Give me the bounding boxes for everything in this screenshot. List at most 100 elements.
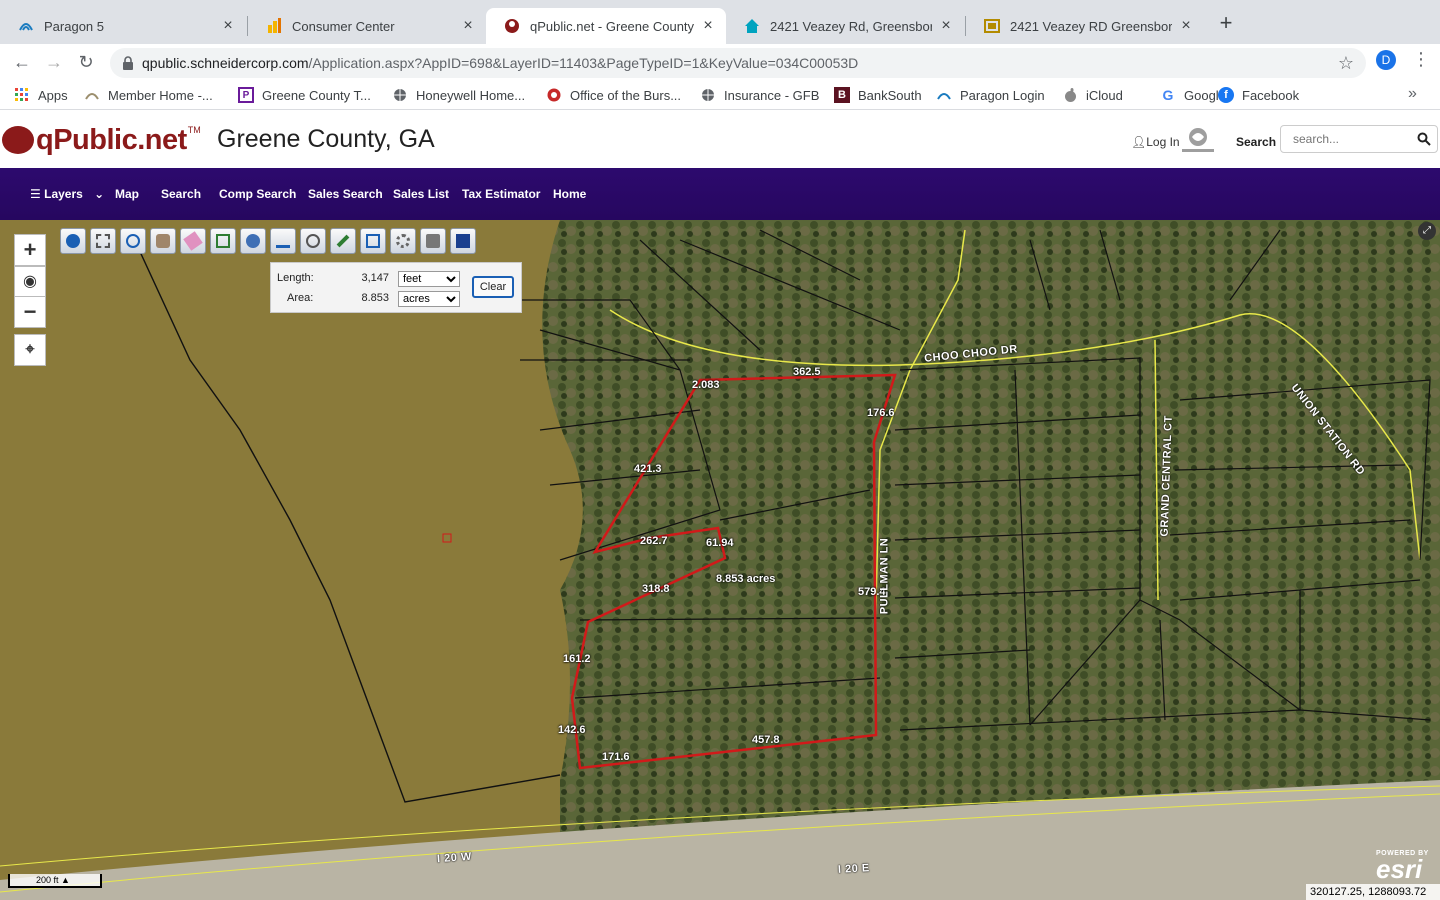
qpublic-logo[interactable]: qPublic.net TM <box>2 124 201 156</box>
bookmark-banksouth[interactable]: B BankSouth <box>834 86 922 104</box>
globe-extent-button[interactable]: ◉ <box>14 266 46 298</box>
nav-tax-estimator[interactable]: Tax Estimator <box>462 187 540 201</box>
select-icon <box>96 234 110 248</box>
scale-bar: 200 ft ▲ <box>8 874 102 888</box>
forward-arrow-icon[interactable]: → <box>42 50 66 74</box>
layers-icon <box>246 234 260 248</box>
bookmark-label: iCloud <box>1086 87 1123 103</box>
back-arrow-icon[interactable]: ← <box>10 50 34 74</box>
scale-label: 200 ft <box>36 875 59 885</box>
bookmark-icloud[interactable]: iCloud <box>1062 86 1123 104</box>
address-bar[interactable]: qpublic.schneidercorp.com/Application.as… <box>110 48 1366 78</box>
bookmark-honeywell[interactable]: Honeywell Home... <box>392 86 525 104</box>
select-tool[interactable] <box>90 228 116 254</box>
identify-tool[interactable] <box>60 228 86 254</box>
bookmark-member-home[interactable]: Member Home -... <box>84 86 213 104</box>
reload-icon[interactable]: ↻ <box>74 50 98 74</box>
eraser-icon <box>183 231 203 251</box>
site-search-input[interactable] <box>1281 126 1401 152</box>
close-icon[interactable]: × <box>220 18 236 34</box>
tab-house-listing[interactable]: 2421 Veazey Rd, Greensboro, G × <box>726 8 964 44</box>
nav-layers[interactable]: ☰ Layers ⌄ <box>30 187 104 201</box>
extent-tool[interactable] <box>360 228 386 254</box>
zoom-out-button[interactable]: − <box>14 296 46 328</box>
segment-label: 61.94 <box>706 537 734 549</box>
tab-veazey-listing[interactable]: 2421 Veazey RD Greensboro, G × <box>966 8 1204 44</box>
bookmark-apps[interactable]: Apps <box>14 86 68 104</box>
clear-button[interactable]: Clear <box>472 276 514 298</box>
layers-tool[interactable] <box>240 228 266 254</box>
bookmark-label: Insurance - GFB <box>724 87 820 103</box>
listing-icon <box>984 18 1000 34</box>
tab-title: qPublic.net - Greene County, G <box>530 18 694 34</box>
nav-sales-search[interactable]: Sales Search <box>308 187 383 201</box>
segment-label: 421.3 <box>634 463 662 475</box>
close-icon[interactable]: × <box>1178 18 1194 34</box>
close-icon[interactable]: × <box>700 18 716 34</box>
save-icon <box>456 234 470 248</box>
nav-sales-list[interactable]: Sales List <box>393 187 449 201</box>
nav-home[interactable]: Home <box>553 187 586 201</box>
area-value: 8.853 <box>361 292 389 304</box>
nav-comp-search[interactable]: Comp Search <box>219 187 296 201</box>
esri-wordmark: esri <box>1376 854 1423 884</box>
close-icon[interactable]: × <box>938 18 954 34</box>
erase-tool[interactable] <box>180 228 206 254</box>
bookmark-bursar[interactable]: Office of the Burs... <box>546 86 681 104</box>
new-tab-button[interactable]: + <box>1214 12 1238 36</box>
tab-paragon[interactable]: Paragon 5 × <box>0 8 246 44</box>
area-unit-select[interactable]: acres <box>398 291 460 307</box>
draw-tool[interactable] <box>330 228 356 254</box>
nav-search[interactable]: Search <box>161 187 201 201</box>
measure-tool[interactable] <box>270 228 296 254</box>
menu-kebab-icon[interactable]: ⋮ <box>1412 50 1430 70</box>
locate-button[interactable]: ⌖ <box>14 334 46 366</box>
zoom-in-button[interactable]: + <box>14 234 46 266</box>
bookmark-facebook[interactable]: f Facebook <box>1218 86 1299 104</box>
buffer-tool[interactable] <box>210 228 236 254</box>
tab-title: Paragon 5 <box>44 18 104 34</box>
print-tool[interactable] <box>420 228 446 254</box>
url-host: qpublic.schneidercorp.com <box>142 55 309 71</box>
bookmarks-overflow-icon[interactable]: » <box>1408 85 1417 103</box>
bookmark-insurance-gfb[interactable]: Insurance - GFB <box>700 86 819 104</box>
settings-tool[interactable] <box>390 228 416 254</box>
nav-map[interactable]: Map <box>115 187 139 201</box>
layers-icon: ☰ <box>30 187 41 201</box>
expand-icon[interactable]: ⤢ <box>1418 222 1436 240</box>
tab-qpublic[interactable]: qPublic.net - Greene County, G × <box>486 8 726 44</box>
grid-icon <box>216 234 230 248</box>
bookmark-paragon-login[interactable]: Paragon Login <box>936 86 1045 104</box>
segment-label: 171.6 <box>602 751 630 763</box>
road-label: I 20 E <box>837 862 871 876</box>
qpublic-logo-icon <box>2 126 34 154</box>
lake-area <box>0 220 583 900</box>
bookmark-star-icon[interactable]: ☆ <box>1338 53 1354 73</box>
bookmark-label: Apps <box>38 87 68 103</box>
login-link[interactable]: 👤︎Log In <box>1131 135 1180 149</box>
search-icon[interactable] <box>1417 132 1431 146</box>
coordinate-readout: 320127.25, 1288093.72 <box>1306 884 1440 900</box>
close-icon[interactable]: × <box>460 18 476 34</box>
save-tool[interactable] <box>450 228 476 254</box>
map-toolbar <box>60 228 480 258</box>
magnify-icon <box>306 234 320 248</box>
zoom-tool[interactable] <box>120 228 146 254</box>
profile-avatar[interactable]: D <box>1376 50 1396 70</box>
map-imagery <box>0 220 1440 900</box>
facebook-icon: f <box>1218 87 1234 103</box>
pan-tool[interactable] <box>150 228 176 254</box>
segment-label: 457.8 <box>752 734 780 746</box>
parcel-map[interactable]: 2.083 362.5 176.6 421.3 262.7 61.94 8.85… <box>0 220 1440 900</box>
length-value: 3,147 <box>361 272 389 284</box>
length-unit-select[interactable]: feet <box>398 271 460 287</box>
county-title: Greene County, GA <box>217 125 435 153</box>
bookmark-label: Office of the Burs... <box>570 87 682 103</box>
globe-icon <box>700 87 716 103</box>
search-tool[interactable] <box>300 228 326 254</box>
bookmark-google[interactable]: G Google <box>1160 86 1226 104</box>
consumer-center-icon <box>266 18 282 34</box>
tab-consumer-center[interactable]: Consumer Center × <box>248 8 486 44</box>
bookmark-greene-county[interactable]: P Greene County T... <box>238 86 371 104</box>
road-label: PULLMAN LN <box>878 537 891 615</box>
